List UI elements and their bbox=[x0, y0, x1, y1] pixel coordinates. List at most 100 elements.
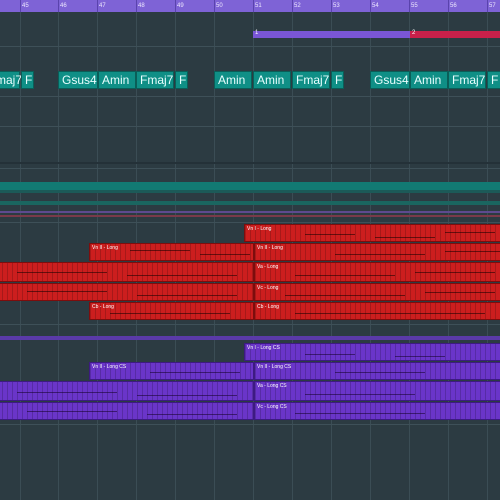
folder-track-strip[interactable] bbox=[0, 182, 500, 190]
midi-part[interactable]: Va - Long CS bbox=[254, 381, 500, 401]
note bbox=[295, 275, 395, 276]
midi-part[interactable]: Vn II - Long CS bbox=[254, 362, 500, 380]
note bbox=[137, 395, 237, 396]
bar-number: 46 bbox=[60, 3, 67, 9]
folder-track-strip bbox=[0, 211, 500, 213]
note bbox=[130, 250, 190, 251]
folder-track-strip[interactable] bbox=[0, 201, 500, 205]
note-pattern bbox=[245, 344, 500, 360]
part-name: Vn II - Long CS bbox=[92, 364, 127, 370]
midi-part[interactable] bbox=[0, 283, 254, 301]
note-pattern bbox=[255, 263, 500, 281]
track-separator bbox=[0, 168, 500, 169]
midi-part[interactable]: Cb - Long bbox=[254, 302, 500, 320]
part-name: Va - Long CS bbox=[257, 383, 287, 389]
bar-tick bbox=[409, 0, 410, 12]
bar-number: 50 bbox=[216, 3, 223, 9]
midi-part[interactable] bbox=[0, 262, 254, 282]
midi-part[interactable]: Va - Long bbox=[254, 262, 500, 282]
bar-number: 56 bbox=[450, 3, 457, 9]
note-pattern bbox=[255, 403, 500, 419]
chord-event[interactable]: Fmaj7 bbox=[292, 71, 330, 89]
note-pattern bbox=[0, 382, 253, 400]
chord-event[interactable]: F bbox=[487, 71, 500, 89]
note bbox=[17, 392, 117, 393]
note bbox=[305, 394, 415, 395]
bar-tick bbox=[58, 0, 59, 12]
midi-part[interactable]: Vc - Long bbox=[254, 283, 500, 301]
bar-tick bbox=[487, 0, 488, 12]
bar-tick bbox=[20, 0, 21, 12]
bar-number: 54 bbox=[372, 3, 379, 9]
chord-event[interactable]: Gsus4 bbox=[58, 71, 98, 89]
bar-tick bbox=[136, 0, 137, 12]
midi-part[interactable] bbox=[0, 402, 254, 420]
timeline-ruler[interactable]: 45 46 47 48 49 50 51 52 53 54 55 56 57 bbox=[0, 0, 500, 12]
chord-event[interactable]: F bbox=[331, 71, 344, 89]
bar-tick bbox=[175, 0, 176, 12]
midi-part[interactable]: Vn II - Long CS bbox=[89, 362, 254, 380]
note bbox=[110, 313, 230, 314]
midi-part[interactable]: Vn I - Long CS bbox=[244, 343, 500, 361]
midi-part[interactable] bbox=[0, 381, 254, 401]
chord-event[interactable]: F bbox=[175, 71, 188, 89]
note bbox=[137, 295, 237, 296]
track-separator bbox=[0, 126, 500, 127]
midi-part[interactable]: Vn II - Long bbox=[89, 243, 254, 261]
chord-event[interactable]: Amin bbox=[410, 71, 448, 89]
note bbox=[285, 295, 405, 296]
midi-part[interactable]: Cb - Long bbox=[89, 302, 254, 320]
folder-track-strip bbox=[0, 215, 500, 217]
bar-number: 49 bbox=[177, 3, 184, 9]
note bbox=[395, 356, 445, 357]
note bbox=[445, 251, 500, 252]
note bbox=[295, 313, 485, 314]
bar-tick bbox=[448, 0, 449, 12]
folder-track-strip bbox=[0, 190, 500, 193]
note-pattern bbox=[255, 284, 500, 300]
part-name: Vn II - Long bbox=[92, 245, 118, 251]
bar-number: 52 bbox=[294, 3, 301, 9]
chord-event[interactable]: Amin bbox=[214, 71, 252, 89]
arranger-section-1[interactable]: 1 bbox=[253, 30, 410, 38]
track-separator bbox=[0, 162, 500, 164]
note bbox=[335, 372, 425, 373]
note bbox=[375, 237, 435, 238]
track-separator bbox=[0, 96, 500, 97]
note bbox=[305, 354, 355, 355]
chord-event[interactable]: Fmaj7 bbox=[448, 71, 486, 89]
bar-tick bbox=[214, 0, 215, 12]
arrangement-window: 45 46 47 48 49 50 51 52 53 54 55 56 57 1… bbox=[0, 0, 500, 500]
note bbox=[27, 291, 107, 292]
chord-event[interactable]: Amin bbox=[253, 71, 291, 89]
bar-number: 48 bbox=[138, 3, 145, 9]
note bbox=[415, 272, 495, 273]
part-name: Vn II - Long CS bbox=[257, 364, 292, 370]
chord-event[interactable]: Amin bbox=[98, 71, 136, 89]
arranger-section-2[interactable]: 2 bbox=[410, 30, 500, 38]
note bbox=[305, 234, 355, 235]
folder-track-strip[interactable] bbox=[0, 336, 500, 340]
note-pattern bbox=[0, 403, 253, 419]
chord-event[interactable]: F bbox=[21, 71, 34, 89]
midi-part[interactable]: Vn I - Long bbox=[244, 224, 500, 242]
chord-event[interactable]: Gsus4 bbox=[370, 71, 410, 89]
bar-tick bbox=[370, 0, 371, 12]
chord-event[interactable]: Fmaj7 bbox=[136, 71, 174, 89]
bar-tick bbox=[253, 0, 254, 12]
note bbox=[425, 292, 495, 293]
note bbox=[445, 232, 495, 233]
midi-part[interactable]: Vn II - Long bbox=[254, 243, 500, 261]
midi-part[interactable]: Vc - Long CS bbox=[254, 402, 500, 420]
part-name: Vc - Long bbox=[257, 285, 279, 291]
note-pattern bbox=[0, 263, 253, 281]
part-name: Vn I - Long bbox=[247, 226, 272, 232]
note bbox=[127, 275, 237, 276]
track-separator bbox=[0, 324, 500, 325]
arranger-section-label: 2 bbox=[412, 30, 416, 36]
chord-event[interactable]: maj7 bbox=[0, 71, 22, 89]
arranger-track: 1 2 bbox=[0, 30, 500, 40]
note bbox=[295, 413, 425, 414]
track-separator bbox=[0, 46, 500, 47]
bar-number: 53 bbox=[333, 3, 340, 9]
